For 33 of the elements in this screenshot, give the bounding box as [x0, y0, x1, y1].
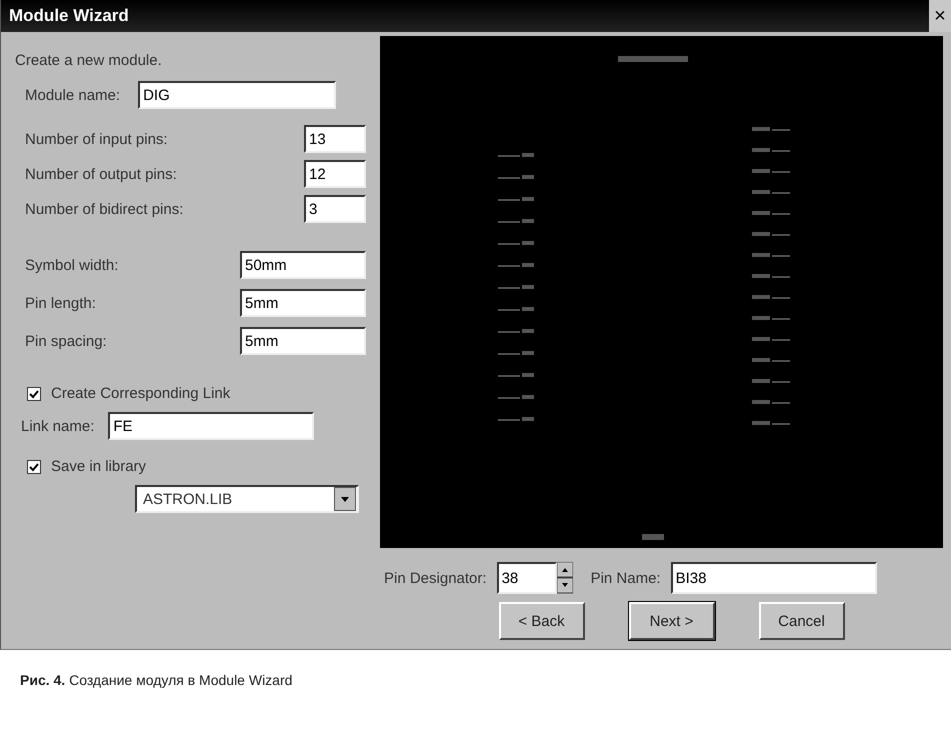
input-field[interactable]: 12	[304, 160, 366, 188]
field-label: Number of input pins:	[25, 130, 169, 148]
input-field[interactable]: 5mm	[240, 327, 366, 355]
input-field[interactable]: 5mm	[240, 289, 366, 317]
wizard-button[interactable]: < Back	[498, 602, 584, 640]
section-heading: Create a new module.	[15, 52, 163, 69]
field-label: Pin spacing:	[25, 332, 108, 350]
input-field[interactable]: BI38	[670, 562, 877, 594]
wizard-button[interactable]: Next >	[628, 602, 714, 640]
input-field[interactable]: FE	[108, 412, 314, 440]
input-field[interactable]: 3	[304, 195, 366, 223]
window-title: Module Wizard	[9, 6, 129, 26]
input-field[interactable]: 38	[496, 562, 557, 594]
checkbox[interactable]	[27, 386, 41, 400]
field-label: Pin Name:	[590, 570, 661, 586]
input-field[interactable]: 50mm	[240, 251, 366, 279]
field-label: Number of output pins:	[25, 166, 178, 182]
checkbox-label[interactable]: Save in library	[51, 458, 146, 475]
field-label: Pin Designator:	[384, 570, 487, 586]
field-label: Symbol width:	[25, 256, 120, 274]
checkbox-label[interactable]: Create Corresponding Link	[51, 385, 230, 402]
field-label: Pin length:	[25, 294, 97, 312]
checkbox[interactable]	[27, 460, 41, 474]
field-label: Link name:	[21, 418, 94, 434]
figure-caption: Рис. 4. Создание модуля в Module Wizard	[20, 672, 294, 688]
close-button[interactable]: ×	[929, 0, 951, 32]
field-label: Number of bidirect pins:	[25, 200, 184, 218]
wizard-button[interactable]: Cancel	[758, 602, 844, 640]
library-dropdown[interactable]: ASTRON.LIB	[135, 485, 359, 513]
input-field[interactable]: DIG	[138, 81, 336, 109]
input-field[interactable]: 13	[304, 125, 366, 153]
field-label: Module name:	[25, 86, 120, 104]
spin-buttons-icon[interactable]	[556, 562, 573, 594]
